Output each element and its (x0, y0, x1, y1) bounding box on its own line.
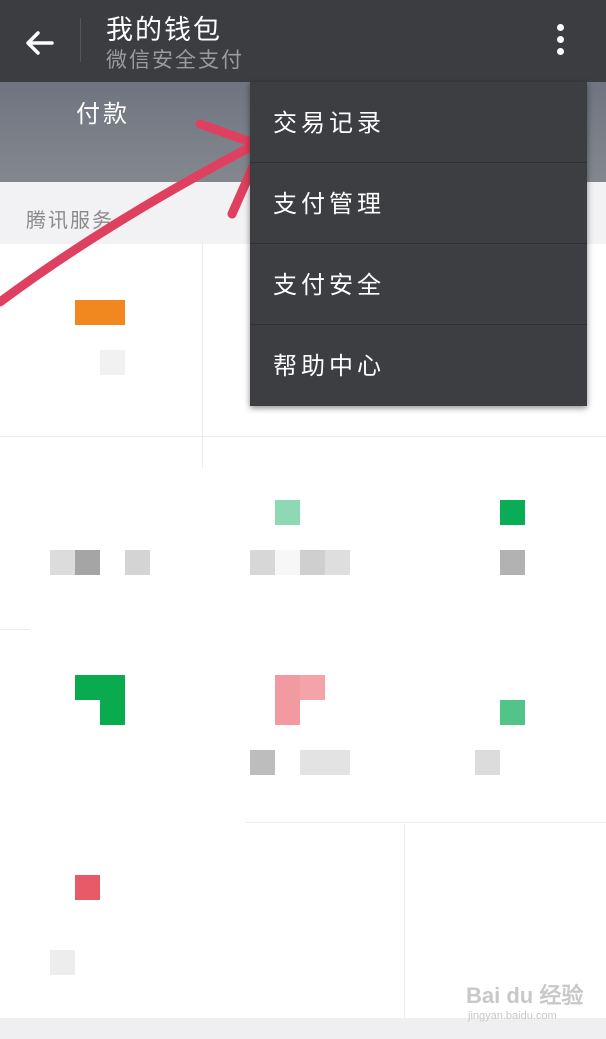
menu-item-label: 交易记录 (273, 109, 385, 137)
service-icon (275, 675, 300, 725)
grid-divider (404, 824, 405, 1019)
grid-divider (202, 244, 203, 468)
service-label-blur (475, 750, 500, 775)
service-tile[interactable] (202, 438, 404, 632)
service-icon (75, 875, 100, 900)
menu-item-payment-security[interactable]: 支付安全 (250, 244, 587, 325)
service-icon (75, 675, 125, 700)
service-tile[interactable] (202, 632, 404, 826)
service-label-blur (50, 550, 75, 575)
service-tile[interactable] (0, 632, 202, 826)
page-title: 我的钱包 (106, 15, 222, 46)
watermark-brand: Bai du 经验 (466, 983, 584, 1008)
service-icon (300, 675, 325, 700)
menu-item-transactions[interactable]: 交易记录 (250, 82, 587, 163)
service-label-blur (50, 950, 75, 975)
service-label-blur (250, 750, 275, 775)
menu-item-label: 支付管理 (273, 190, 385, 218)
page-subtitle: 微信安全支付 (106, 48, 244, 72)
header-divider (80, 18, 81, 62)
service-tile[interactable] (404, 632, 606, 826)
section-label: 腾讯服务 (26, 208, 114, 232)
service-label-blur (125, 550, 150, 575)
service-tile[interactable] (0, 826, 202, 1020)
service-icon (500, 700, 525, 725)
service-label-blur (300, 750, 350, 775)
overflow-menu: 交易记录 支付管理 支付安全 帮助中心 (250, 82, 587, 406)
menu-item-help-center[interactable]: 帮助中心 (250, 325, 587, 405)
service-icon (100, 700, 125, 725)
service-tile[interactable] (0, 244, 202, 438)
top-app-bar: 我的钱包 微信安全支付 (0, 0, 606, 82)
service-tile[interactable] (0, 438, 202, 632)
service-label-blur (250, 550, 275, 575)
service-icon (275, 500, 300, 525)
service-tile[interactable] (404, 438, 606, 632)
service-label-blur (75, 550, 100, 575)
baidu-watermark: Bai du 经验 jingyan.baidu.com (466, 978, 594, 1028)
back-arrow-icon[interactable] (18, 20, 64, 66)
service-label-blur (100, 350, 125, 375)
service-icon (500, 500, 525, 525)
service-icon (75, 300, 125, 325)
pay-button[interactable]: 付款 (76, 94, 130, 129)
watermark-domain: jingyan.baidu.com (468, 1010, 557, 1022)
more-vertical-icon[interactable] (546, 20, 574, 64)
menu-item-label: 支付安全 (273, 271, 385, 299)
service-label-blur (500, 550, 525, 575)
service-label-blur (275, 550, 300, 575)
service-label-blur (325, 550, 350, 575)
service-label-blur (300, 550, 325, 575)
menu-item-label: 帮助中心 (273, 352, 385, 380)
menu-item-payment-management[interactable]: 支付管理 (250, 163, 587, 244)
